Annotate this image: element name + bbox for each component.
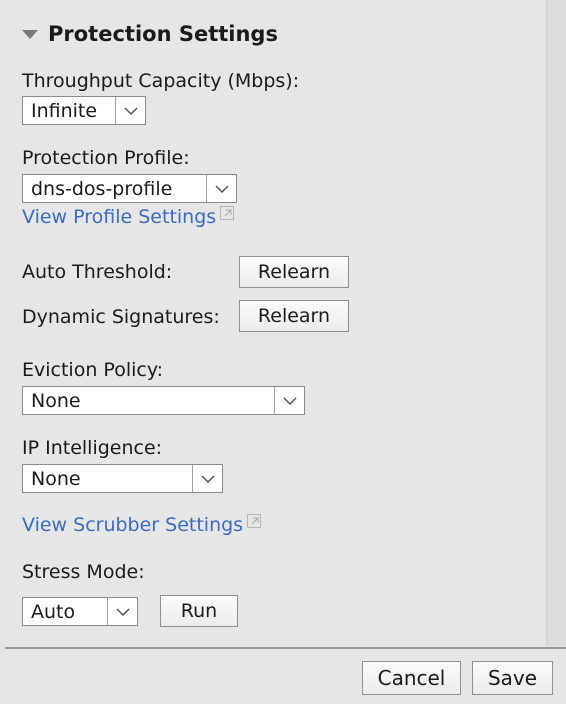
auto-threshold-relearn-button[interactable]: Relearn bbox=[239, 256, 349, 288]
section-title: Protection Settings bbox=[48, 22, 278, 46]
chevron-down-icon[interactable] bbox=[206, 175, 236, 202]
view-profile-settings-label: View Profile Settings bbox=[22, 206, 217, 228]
stress-run-button[interactable]: Run bbox=[160, 595, 238, 627]
profile-value: dns-dos-profile bbox=[31, 177, 173, 200]
chevron-down-icon[interactable] bbox=[107, 598, 137, 625]
dynamic-signatures-relearn-button[interactable]: Relearn bbox=[239, 300, 349, 332]
ip-intelligence-value: None bbox=[31, 467, 81, 490]
chevron-down-icon[interactable] bbox=[115, 97, 145, 124]
profile-select[interactable]: dns-dos-profile bbox=[22, 174, 237, 203]
view-profile-settings-link[interactable]: View Profile Settings bbox=[22, 206, 235, 228]
footer-divider bbox=[5, 647, 566, 649]
eviction-policy-select[interactable]: None bbox=[22, 386, 305, 415]
view-scrubber-settings-link[interactable]: View Scrubber Settings bbox=[22, 514, 262, 536]
throughput-label: Throughput Capacity (Mbps): bbox=[22, 70, 300, 92]
profile-label: Protection Profile: bbox=[22, 147, 190, 169]
section-header[interactable]: Protection Settings bbox=[22, 22, 278, 46]
view-scrubber-settings-label: View Scrubber Settings bbox=[22, 514, 244, 536]
ip-intelligence-label: IP Intelligence: bbox=[22, 437, 163, 459]
stress-mode-select[interactable]: Auto bbox=[22, 597, 138, 626]
collapse-triangle-icon[interactable] bbox=[22, 29, 38, 39]
protection-settings-panel: Protection Settings Throughput Capacity … bbox=[0, 0, 547, 646]
cancel-button[interactable]: Cancel bbox=[362, 661, 461, 695]
external-link-icon bbox=[220, 206, 235, 220]
eviction-policy-value: None bbox=[31, 389, 81, 412]
ip-intelligence-select[interactable]: None bbox=[22, 464, 223, 493]
scrollbar-track[interactable] bbox=[547, 0, 566, 646]
chevron-down-icon[interactable] bbox=[274, 387, 304, 414]
chevron-down-icon[interactable] bbox=[192, 465, 222, 492]
dynamic-signatures-label: Dynamic Signatures: bbox=[22, 306, 220, 328]
external-link-icon bbox=[247, 514, 262, 528]
auto-threshold-label: Auto Threshold: bbox=[22, 261, 173, 283]
throughput-select[interactable]: Infinite bbox=[22, 96, 146, 125]
save-button[interactable]: Save bbox=[472, 661, 553, 695]
stress-mode-value: Auto bbox=[31, 600, 76, 623]
stress-mode-label: Stress Mode: bbox=[22, 561, 145, 583]
eviction-policy-label: Eviction Policy: bbox=[22, 359, 164, 381]
throughput-value: Infinite bbox=[31, 99, 98, 122]
